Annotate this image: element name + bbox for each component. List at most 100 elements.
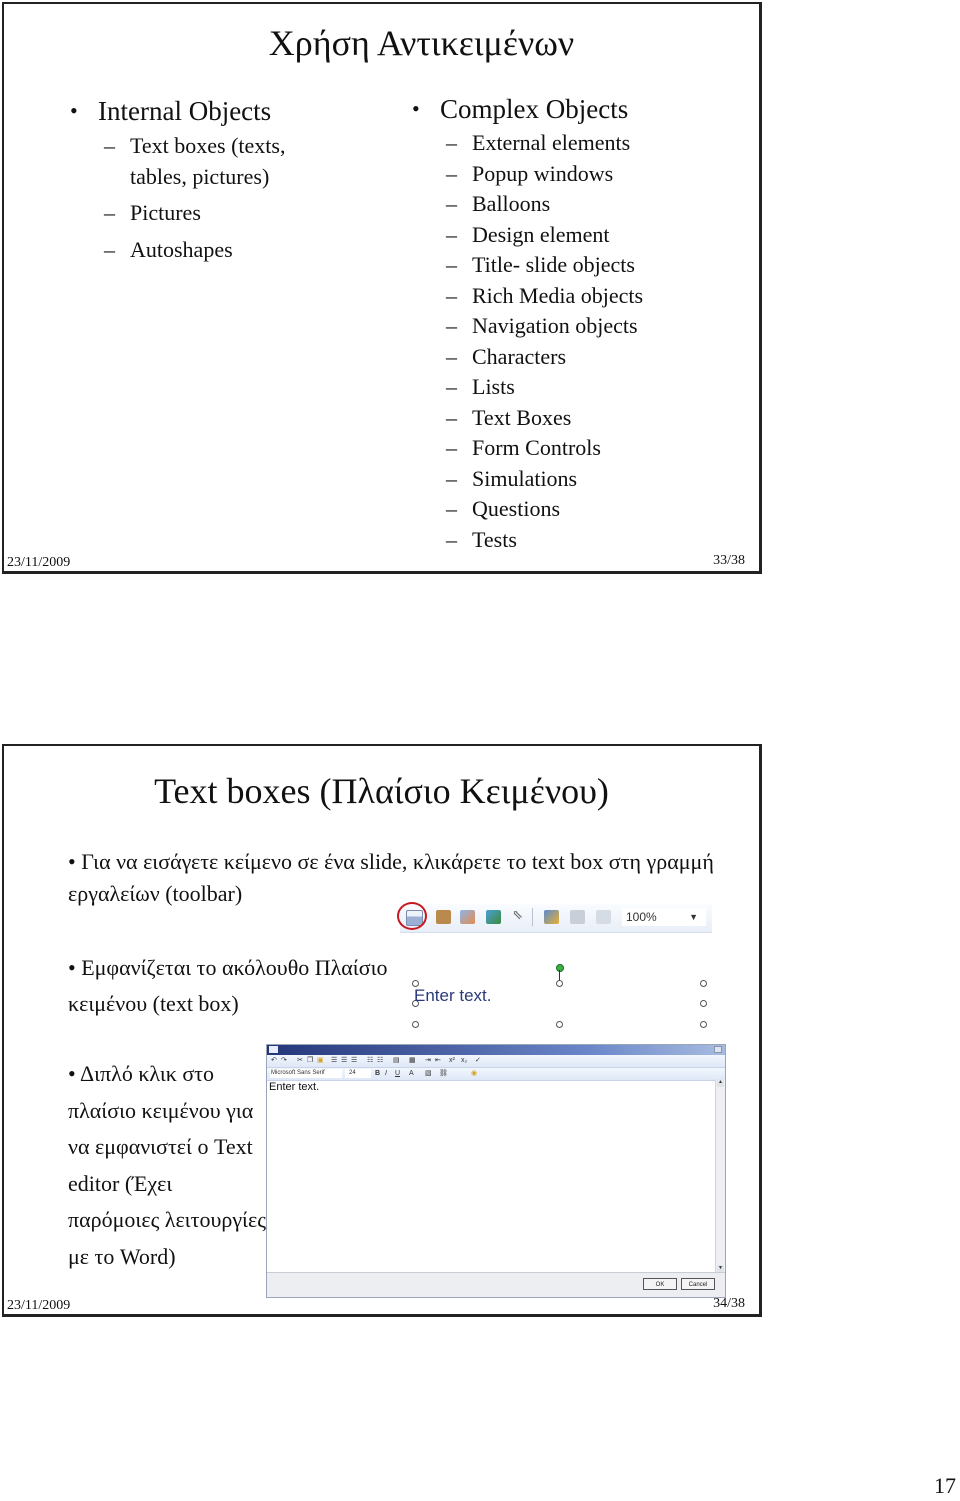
dash-icon: – [446,404,457,430]
footer-page-number: 33/38 [713,553,745,568]
dash-icon: – [446,496,457,521]
align-center-icon[interactable]: ☰ [341,1055,347,1067]
editor-toolbar-1: ↶ ↷ ✂ ❐ ▣ ☰ ☰ ☰ ☷ ☷ ▤ ▦ ⇥ ⇤ x² x₂ ✓ [267,1055,725,1068]
spell-check-icon[interactable]: ✓ [475,1055,481,1067]
bullet-item: • Internal Objects – Text boxes (texts, t… [68,96,328,265]
bold-icon[interactable]: B [375,1068,380,1080]
outdent-icon[interactable]: ⇤ [435,1055,441,1067]
list-item: – Lists [440,372,750,403]
scroll-up-icon[interactable]: ▲ [717,1079,724,1087]
indent-icon[interactable]: ⇥ [425,1055,431,1067]
paste-icon[interactable]: ▣ [317,1055,324,1067]
dash-icon: – [446,191,457,216]
undo-icon[interactable]: ↶ [271,1055,277,1067]
chevron-down-icon: ▼ [689,912,698,922]
insert-image-icon[interactable]: ▤ [393,1055,400,1067]
list-item-text: Title- slide objects [472,252,635,277]
superscript-icon[interactable]: x² [449,1055,455,1067]
paint-icon[interactable] [544,910,559,924]
align-right-icon[interactable]: ☰ [351,1055,357,1067]
bullets-icon[interactable]: ☷ [367,1055,373,1067]
dash-icon: – [446,252,457,277]
media-icon[interactable] [486,910,501,924]
dash-icon: – [104,133,115,158]
dash-icon: – [446,313,457,338]
text-editor-window: ↶ ↷ ✂ ❐ ▣ ☰ ☰ ☰ ☷ ☷ ▤ ▦ ⇥ ⇤ x² x₂ ✓ Micr… [266,1044,726,1298]
bullet-item: • Complex Objects – External elements – Pop… [410,94,750,555]
italic-icon[interactable]: I [385,1068,387,1080]
underline-icon[interactable]: U [395,1068,400,1080]
toolbar-separator [532,908,533,926]
list-item-text: Simulations [472,465,578,491]
list-item: – Text Boxes [440,403,750,434]
list-item-text: Navigation objects [472,313,638,338]
slide-34: Text boxes (Πλαίσιο Κειμένου) • Για να ε… [2,744,762,1317]
list-item-text: External elements [472,130,631,155]
resize-handle[interactable] [700,980,707,987]
highlight-icon[interactable]: ▧ [425,1068,432,1080]
dash-icon: – [446,526,457,552]
close-button[interactable] [714,1046,722,1053]
dash-icon: – [104,200,115,225]
editor-text-area[interactable]: Enter text. [269,1081,715,1273]
resize-handle[interactable] [700,1000,707,1007]
font-color-icon[interactable]: A [409,1068,414,1080]
ok-button[interactable]: OK [643,1278,677,1290]
document-page-number: 17 [934,1473,956,1498]
character-icon[interactable] [436,910,451,924]
dash-icon: – [446,282,457,308]
list-item-text: Form Controls [472,435,601,460]
footer-page-number: 34/38 [713,1296,745,1311]
complex-objects-list: • Complex Objects – External elements – Pop… [410,94,750,555]
picture-icon[interactable] [460,910,475,924]
list-item: – Pictures [98,198,328,229]
redo-icon[interactable]: ↷ [281,1055,287,1067]
zoom-select[interactable]: 100% ▼ [622,908,706,926]
cut-icon[interactable]: ✂ [297,1055,303,1067]
list-heading: Internal Objects [98,96,272,126]
double-click-paragraph: • Διπλό κλικ στο πλαίσιο κειμένου για να… [68,1061,266,1269]
stack-icon[interactable] [570,910,585,924]
bullet-icon: • [412,96,420,121]
list-item: – Balloons [440,189,750,220]
list-item-text: Balloons [472,191,551,216]
cancel-button[interactable]: Cancel [681,1278,715,1290]
effects-icon[interactable] [596,910,611,924]
rotate-handle-icon[interactable] [556,964,564,972]
dash-icon: – [446,160,457,186]
list-item: – Form Controls [440,433,750,464]
editor-button-bar: OK Cancel [267,1272,725,1297]
subscript-icon[interactable]: x₂ [461,1055,467,1067]
dash-icon: – [446,221,457,247]
text-box-preview[interactable]: Enter text. [410,958,710,1028]
list-item: – Design element [440,220,750,251]
dash-icon: – [446,130,457,155]
pointer-icon[interactable]: ⇖ [512,907,527,922]
font-name-select[interactable]: Microsoft Sans Serif [270,1069,342,1078]
resize-handle[interactable] [556,980,563,987]
window-icon [269,1046,278,1053]
list-item-text: Design element [472,221,610,247]
resize-handle[interactable] [700,1021,707,1028]
resize-handle[interactable] [556,1021,563,1028]
list-item: – Questions [440,494,750,525]
list-item: – Characters [440,342,750,373]
list-item-text: Text Boxes [472,404,572,430]
font-size-select[interactable]: 24 [345,1069,371,1078]
list-item-text: Lists [472,374,515,399]
editor-toolbar-2: Microsoft Sans Serif 24 B I U A ▧ ⛓ ◉ [267,1068,725,1081]
table-icon[interactable]: ▦ [409,1055,416,1067]
dash-icon: – [104,236,115,262]
list-item: – Rich Media objects [440,281,750,312]
list-item: – Text boxes (texts, tables, pictures) [98,130,328,192]
align-left-icon[interactable]: ☰ [331,1055,337,1067]
numbering-icon[interactable]: ☷ [377,1055,383,1067]
variable-icon[interactable]: ◉ [471,1068,477,1080]
editor-scrollbar[interactable]: ▲ ▼ [715,1079,725,1273]
copy-icon[interactable]: ❐ [307,1055,313,1067]
editor-titlebar [267,1045,725,1055]
resize-handle[interactable] [412,1021,419,1028]
list-heading: Complex Objects [440,94,629,124]
link-icon[interactable]: ⛓ [439,1068,448,1080]
zoom-value: 100% [626,910,657,924]
